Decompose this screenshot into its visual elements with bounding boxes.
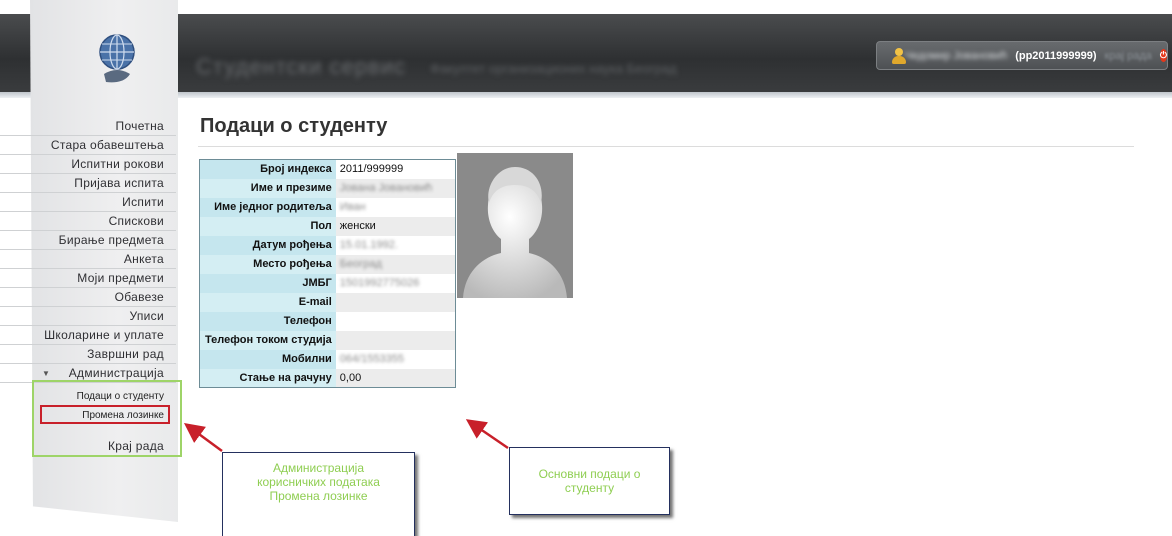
field-value: 064/1553355 [335, 349, 456, 369]
callout-admin-line-2: корисничких података [257, 475, 380, 489]
field-value [335, 292, 456, 312]
site-subtitle: Факултет организационих наука Београд [430, 61, 677, 76]
field-label: Број индекса [199, 159, 336, 179]
table-row: Место рођења Београд [199, 254, 456, 274]
field-label: Име једног родитеља [199, 197, 336, 217]
sidebar-item-tuition[interactable]: Школарине и уплате [0, 326, 176, 345]
callout-basic-data: Основни подаци о студенту [509, 447, 670, 515]
table-row: E-mail [199, 292, 456, 312]
callout-admin-line-3: Промена лозинке [269, 489, 368, 503]
field-value: Иван [335, 197, 456, 217]
sidebar-item-exam-registration[interactable]: Пријава испита [0, 174, 176, 193]
user-name: Чедомир Јовановић [904, 49, 1008, 62]
field-value: 2011/999999 [335, 159, 456, 179]
field-value: 1501992775026 [335, 273, 456, 293]
callout-admin-line-1: Администрација [272, 461, 365, 475]
field-value: женски [335, 216, 456, 236]
sidebar-item-my-courses[interactable]: Моји предмети [0, 269, 176, 288]
student-photo-placeholder [457, 153, 573, 298]
field-value [335, 330, 456, 350]
table-row: Име једног родитеља Иван [199, 197, 456, 217]
field-label: Телефон [199, 311, 336, 331]
field-label: Место рођења [199, 254, 336, 274]
field-label: ЈМБГ [199, 273, 336, 293]
field-value-text: 064/1553355 [339, 353, 405, 365]
sidebar-item-enrollment[interactable]: Уписи [0, 307, 176, 326]
field-label: Име и презиме [199, 178, 336, 198]
callout-basic-line-2: студенту [564, 481, 615, 495]
table-row: Стање на рачуну 0,00 [199, 368, 456, 388]
user-panel: Чедомир Јовановић (pp2011999999) крај ра… [876, 41, 1168, 70]
sidebar-item-obligations[interactable]: Обавезе [0, 288, 176, 307]
field-label: Датум рођења [199, 235, 336, 255]
field-value-text: 2011/999999 [339, 163, 404, 176]
user-icon [891, 47, 906, 64]
student-data-highlight [40, 405, 170, 424]
sidebar-item-survey[interactable]: Анкета [0, 250, 176, 269]
field-value-text: 0,00 [339, 371, 362, 384]
title-divider [198, 146, 1134, 147]
globe-logo-icon[interactable] [94, 30, 140, 90]
sidebar-item-course-selection[interactable]: Бирање предмета [0, 231, 176, 250]
page-title: Подаци о студенту [200, 115, 388, 137]
table-row: Пол женски [199, 216, 456, 236]
field-label: Пол [199, 216, 336, 236]
app-root: Студентски сервис Факултет организациони… [0, 0, 1172, 536]
sidebar-item-administration-label: Администрација [68, 366, 164, 380]
table-row: Датум рођења 15.01.1992. [199, 235, 456, 255]
field-value: Београд [335, 254, 456, 274]
arrow-to-admin-menu [183, 423, 223, 453]
field-label: Телефон током студија [199, 330, 336, 350]
sidebar-item-lists[interactable]: Спискови [0, 212, 176, 231]
site-title: Студентски сервис [196, 54, 407, 79]
user-id: (pp2011999999) [1015, 49, 1097, 62]
sidebar-item-home[interactable]: Почетна [0, 117, 176, 136]
table-row: Име и презиме Јована Јовановић [199, 178, 456, 198]
table-row: ЈМБГ 1501992775026 [199, 273, 456, 293]
sidebar-item-old-notices[interactable]: Стара обавештења [0, 136, 176, 155]
field-value-text: женски [339, 220, 376, 232]
callout-administration: Администрација корисничких података Пром… [222, 452, 415, 536]
sidebar-item-exam-periods[interactable]: Испитни рокови [0, 155, 176, 174]
table-row: Мобилни 064/1553355 [199, 349, 456, 369]
field-label: Стање на рачуну [199, 368, 336, 388]
field-value: 0,00 [335, 368, 456, 388]
sidebar-item-thesis[interactable]: Завршни рад [0, 345, 176, 364]
field-label: Мобилни [199, 349, 336, 369]
arrow-to-student-table [465, 419, 509, 450]
callout-basic-line-1: Основни подаци о [538, 467, 641, 481]
sidebar-item-exams[interactable]: Испити [0, 193, 176, 212]
table-row: Број индекса 2011/999999 [199, 159, 456, 179]
field-value: 15.01.1992. [335, 235, 456, 255]
student-info-table: Број индекса 2011/999999 Име и презиме Јова… [199, 159, 456, 388]
table-row: Телефон [199, 311, 456, 331]
table-row: Телефон током студија [199, 330, 456, 350]
field-value [335, 311, 456, 331]
field-value-text: Београд [339, 258, 382, 270]
person-silhouette-icon [457, 153, 573, 298]
field-value-text: Јована Јовановић [339, 182, 433, 194]
logout-link[interactable]: крај рада [1105, 50, 1152, 62]
power-icon[interactable]: ⏻ [1159, 49, 1167, 62]
field-value-text: 1501992775026 [339, 277, 420, 289]
field-value: Јована Јовановић [335, 178, 456, 198]
field-value-text: 15.01.1992. [339, 239, 398, 251]
field-value-text: Иван [339, 201, 366, 213]
field-label: E-mail [199, 292, 336, 312]
